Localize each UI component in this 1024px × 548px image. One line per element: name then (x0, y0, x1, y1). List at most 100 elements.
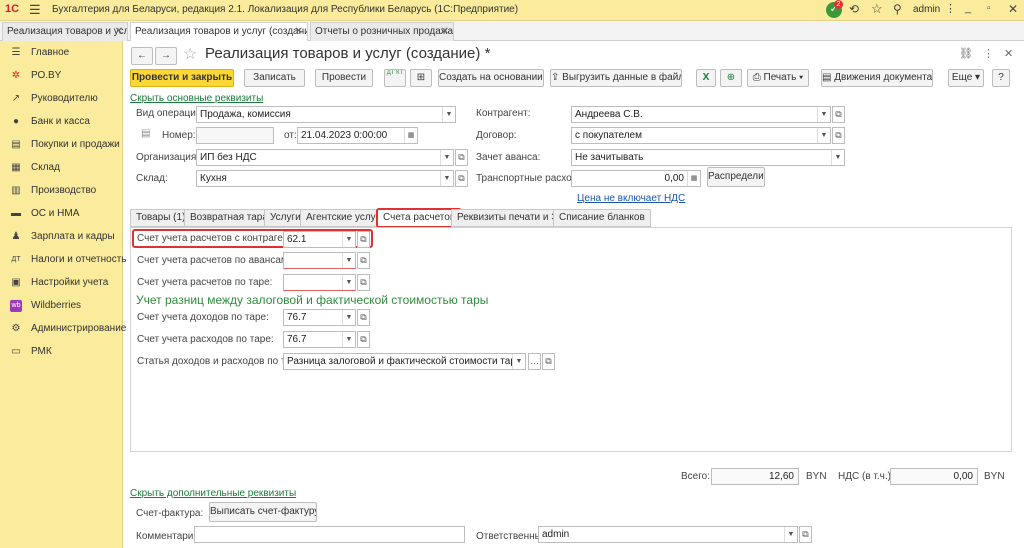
dropdown-arrow-icon[interactable]: ▼ (784, 527, 797, 542)
dropdown-arrow-icon[interactable]: ▼ (342, 232, 355, 247)
open-contract-icon[interactable]: ⧉ (832, 127, 845, 144)
sidebar-item-rmk[interactable]: ▭ РМК (0, 341, 123, 363)
export-data-button[interactable]: ⇪ Выгрузить данные в файл (550, 69, 682, 87)
app-logo-icon[interactable]: 1С (5, 3, 19, 15)
advance-offset-select[interactable]: Не зачитывать ▼ (571, 149, 845, 166)
user-name[interactable]: admin (913, 4, 940, 15)
open-tare-account-icon[interactable]: ⧉ (357, 274, 370, 291)
dropdown-arrow-icon[interactable]: ▼ (512, 354, 525, 369)
close-window-icon[interactable]: ✕ (1008, 2, 1018, 16)
favorite-star-icon[interactable]: ☆ (183, 44, 197, 64)
tare-expense-account-select[interactable]: 76.7 ▼ (283, 331, 356, 348)
sidebar-item-taxes[interactable]: ДТ Налоги и отчетность (0, 249, 126, 271)
link-icon[interactable]: ⛓ (959, 47, 973, 60)
responsible-select[interactable]: admin ▼ (538, 526, 798, 543)
number-edit-icon[interactable]: ▤ (141, 128, 150, 139)
sidebar-item-main[interactable]: ☰ Главное (0, 42, 123, 64)
favorites-star-icon[interactable]: ☆ (871, 1, 883, 17)
open-organization-icon[interactable]: ⧉ (455, 149, 468, 166)
maximize-icon[interactable]: ▫ (987, 3, 991, 14)
price-excludes-vat-link[interactable]: Цена не включает НДС (577, 192, 685, 206)
tare-income-account-select[interactable]: 76.7 ▼ (283, 309, 356, 326)
excel-icon[interactable]: X (696, 69, 716, 87)
forward-button[interactable]: → (155, 47, 177, 65)
dropdown-arrow-icon[interactable]: ▼ (342, 253, 355, 268)
organization-select[interactable]: ИП без НДС ▼ (196, 149, 454, 166)
sidebar-item-bank[interactable]: ● Банк и касса (0, 111, 123, 133)
close-tab-icon[interactable]: ✕ (295, 23, 303, 40)
contract-select[interactable]: с покупателем ▼ (571, 127, 831, 144)
tab-sales-new[interactable]: Реализация товаров и услуг (создание) * ✕ (130, 22, 308, 41)
structure-icon[interactable]: ⊞ (410, 69, 432, 87)
operation-type-select[interactable]: Продажа, комиссия ▼ (196, 106, 456, 123)
date-input[interactable]: 21.04.2023 0:00:00 ▦ (297, 127, 418, 144)
open-warehouse-icon[interactable]: ⧉ (455, 170, 468, 187)
post-button[interactable]: Провести (315, 69, 373, 87)
sidebar-item-warehouse[interactable]: ▦ Склад (0, 157, 123, 179)
dt-kt-button[interactable]: ДТ КТ (384, 69, 406, 87)
more-button[interactable]: Еще ▾ (948, 69, 984, 87)
contractor-account-select[interactable]: 62.1 ▼ (283, 231, 356, 248)
close-tab-icon[interactable]: ✕ (441, 23, 449, 40)
distribute-button[interactable]: Распределить (707, 167, 765, 187)
tab-form-writeoff[interactable]: Списание бланков (553, 209, 651, 227)
tare-article-select[interactable]: Разница залоговой и фактической стоимост… (283, 353, 526, 370)
dropdown-arrow-icon[interactable]: ▼ (342, 332, 355, 347)
sidebar-item-director[interactable]: ↗ Руководителю (0, 88, 123, 110)
dropdown-arrow-icon[interactable]: ▼ (440, 150, 453, 165)
open-advance-account-icon[interactable]: ⧉ (357, 252, 370, 269)
hide-extra-details-link[interactable]: Скрыть дополнительные реквизиты (130, 487, 296, 501)
warehouse-select[interactable]: Кухня ▼ (196, 170, 454, 187)
sidebar-item-salary[interactable]: ♟ Зарплата и кадры (0, 226, 123, 248)
transport-costs-input[interactable]: 0,00 ▦ (571, 170, 701, 187)
dropdown-arrow-icon[interactable]: ▼ (817, 107, 830, 122)
dropdown-arrow-icon[interactable]: ▼ (831, 150, 844, 165)
minimize-icon[interactable]: _ (965, 2, 971, 14)
sidebar-item-accounting-settings[interactable]: ▣ Настройки учета (0, 272, 123, 294)
tare-article-more-button[interactable]: … (528, 353, 541, 370)
sidebar-item-production[interactable]: ▥ Производство (0, 180, 123, 202)
open-tare-income-account-icon[interactable]: ⧉ (357, 309, 370, 326)
open-tare-article-icon[interactable]: ⧉ (542, 353, 555, 370)
dropdown-arrow-icon[interactable]: ▼ (342, 275, 355, 290)
calendar-icon[interactable]: ▦ (404, 128, 417, 143)
counterparty-select[interactable]: Андреева С.В. ▼ (571, 106, 831, 123)
history-icon[interactable]: ⟲ (849, 2, 859, 16)
settings-menu-icon[interactable]: ⋮ (945, 2, 956, 15)
menu-icon[interactable]: ☰ (29, 2, 41, 18)
tab-retail-reports[interactable]: Отчеты о розничных продажах ✕ (310, 22, 454, 41)
sidebar-item-ro-by[interactable]: ✲ РО.BY (0, 65, 123, 87)
back-button[interactable]: ← (131, 47, 153, 65)
print-button[interactable]: ⎙ Печать ▾ (747, 69, 809, 87)
tare-account-select[interactable]: ▼ (283, 274, 356, 291)
open-contractor-account-icon[interactable]: ⧉ (357, 231, 370, 248)
number-input[interactable] (196, 127, 274, 144)
create-based-on-button[interactable]: Создать на основании ▾ (438, 69, 544, 87)
sidebar-item-fixed-assets[interactable]: ▬ ОС и НМА (0, 203, 123, 225)
tab-sales-list[interactable]: Реализация товаров и услуг ✕ (2, 22, 128, 41)
open-tare-expense-account-icon[interactable]: ⧉ (357, 331, 370, 348)
dropdown-arrow-icon[interactable]: ▼ (440, 171, 453, 186)
search-icon[interactable]: ⚲ (893, 2, 902, 16)
post-and-close-button[interactable]: Провести и закрыть (130, 69, 234, 87)
dropdown-arrow-icon[interactable]: ▼ (442, 107, 455, 122)
sidebar-item-administration[interactable]: ⚙ Администрирование (0, 318, 127, 340)
calculator-icon[interactable]: ▦ (687, 171, 700, 186)
tab-goods[interactable]: Товары (1) (130, 209, 192, 227)
close-form-icon[interactable]: ✕ (1004, 47, 1013, 60)
advance-account-select[interactable]: ▼ (283, 252, 356, 269)
open-counterparty-icon[interactable]: ⧉ (832, 106, 845, 123)
hide-main-details-link[interactable]: Скрыть основные реквизиты (130, 92, 263, 106)
close-tab-icon[interactable]: ✕ (115, 23, 123, 40)
document-movements-button[interactable]: ▤ Движения документа (821, 69, 933, 87)
tab-settlement-accounts[interactable]: Счета расчетов (376, 208, 463, 228)
issue-invoice-button[interactable]: Выписать счет-фактуру (209, 502, 317, 522)
help-button[interactable]: ? (992, 69, 1010, 87)
dropdown-arrow-icon[interactable]: ▼ (817, 128, 830, 143)
sidebar-item-wildberries[interactable]: wb Wildberries (0, 295, 123, 317)
save-button[interactable]: Записать (244, 69, 305, 87)
open-responsible-icon[interactable]: ⧉ (799, 526, 812, 543)
comment-input[interactable] (194, 526, 465, 543)
sidebar-item-purchases-sales[interactable]: ▤ Покупки и продажи (0, 134, 123, 156)
more-actions-icon[interactable]: ⋮ (983, 47, 994, 60)
